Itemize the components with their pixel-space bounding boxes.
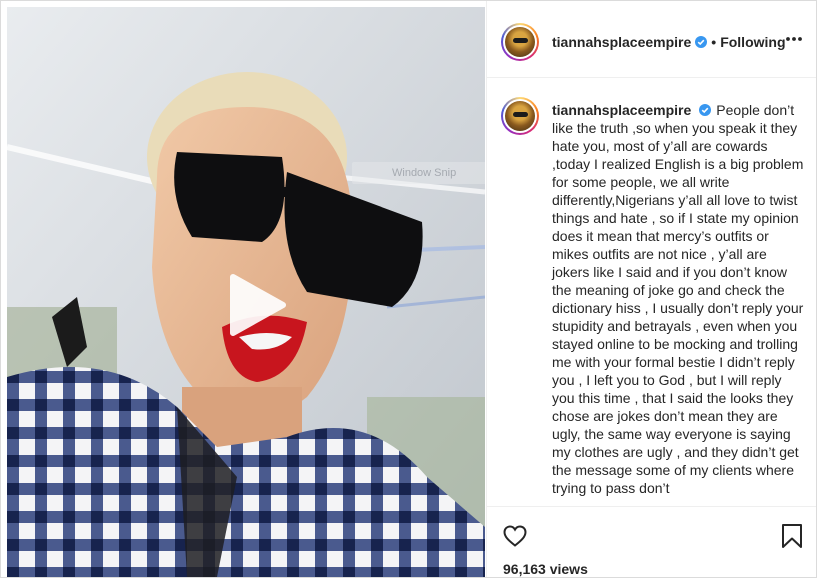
post-header: tiannahsplaceempire • Following [487,1,816,78]
views-label: views [549,561,588,577]
header-name-row: tiannahsplaceempire • Following [552,34,786,50]
bookmark-icon[interactable] [780,523,804,549]
play-icon[interactable] [217,269,289,341]
caption: tiannahsplaceempire People don’t like the… [552,101,807,497]
separator-dot: • [711,34,717,50]
caption-avatar[interactable] [501,97,539,135]
views-count[interactable]: 96,163 views [503,561,588,577]
username-link[interactable]: tiannahsplaceempire [552,34,691,50]
post-modal: Window Snip tiannahsplaceempire • Followin… [0,0,817,578]
more-options-icon[interactable] [784,29,804,49]
caption-text: People don’t like the truth ,so when you… [552,102,804,496]
heart-icon[interactable] [502,523,528,549]
caption-section: tiannahsplaceempire People don’t like the… [487,78,816,505]
avatar[interactable] [501,23,539,61]
caption-username-link[interactable]: tiannahsplaceempire [552,102,691,118]
verified-badge-icon [695,36,708,48]
verified-badge-icon [699,104,712,116]
window-snip-overlay: Window Snip [352,162,485,184]
following-button[interactable]: Following [720,34,785,50]
video-player[interactable]: Window Snip [7,7,485,577]
post-actions: 96,163 views [487,506,816,577]
views-number: 96,163 [503,561,546,577]
post-side-panel: tiannahsplaceempire • Following tiannahspl… [486,1,816,577]
